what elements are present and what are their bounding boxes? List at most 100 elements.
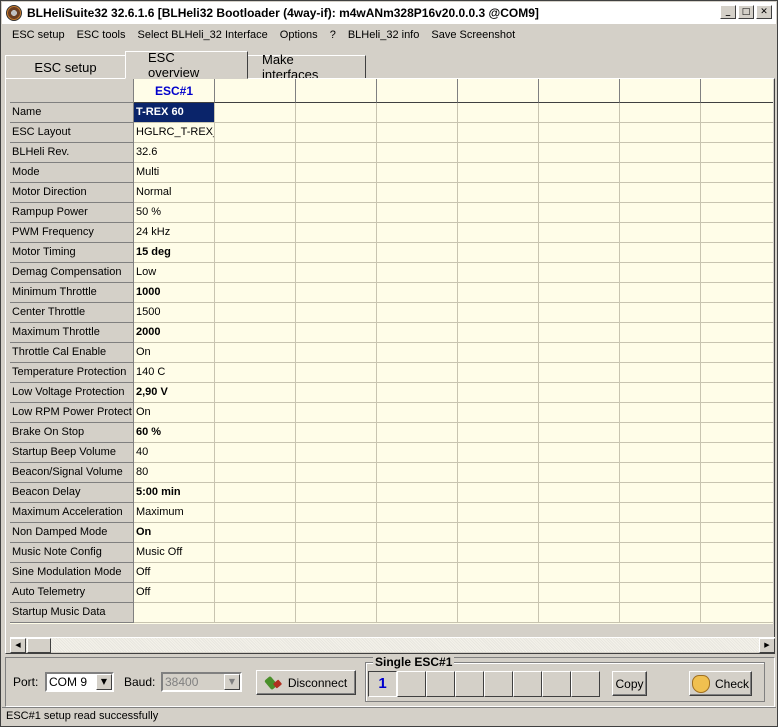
empty-cell[interactable]	[458, 583, 539, 603]
esc-select-2[interactable]	[397, 671, 426, 697]
empty-cell[interactable]	[377, 183, 458, 203]
empty-cell[interactable]	[215, 203, 296, 223]
esc1-value-startup-music-data[interactable]	[134, 603, 215, 623]
empty-cell[interactable]	[620, 563, 701, 583]
empty-cell[interactable]	[458, 363, 539, 383]
empty-cell[interactable]	[701, 103, 773, 123]
empty-cell[interactable]	[620, 103, 701, 123]
empty-cell[interactable]	[377, 383, 458, 403]
esc1-value-minimum-throttle[interactable]: 1000	[134, 283, 215, 303]
empty-cell[interactable]	[539, 463, 620, 483]
empty-cell[interactable]	[215, 443, 296, 463]
empty-cell[interactable]	[296, 123, 377, 143]
empty-cell[interactable]	[701, 143, 773, 163]
empty-cell[interactable]	[539, 343, 620, 363]
empty-cell[interactable]	[620, 503, 701, 523]
empty-cell[interactable]	[458, 123, 539, 143]
empty-cell[interactable]	[458, 463, 539, 483]
baud-select[interactable]: 38400 ▼	[161, 672, 242, 692]
column-header[interactable]	[539, 79, 620, 103]
esc1-value-maximum-acceleration[interactable]: Maximum	[134, 503, 215, 523]
empty-cell[interactable]	[377, 563, 458, 583]
empty-cell[interactable]	[296, 583, 377, 603]
empty-cell[interactable]	[377, 423, 458, 443]
empty-cell[interactable]	[539, 143, 620, 163]
empty-cell[interactable]	[377, 323, 458, 343]
empty-cell[interactable]	[377, 583, 458, 603]
empty-cell[interactable]	[215, 343, 296, 363]
empty-cell[interactable]	[539, 503, 620, 523]
empty-cell[interactable]	[377, 123, 458, 143]
esc1-value-throttle-cal-enable[interactable]: On	[134, 343, 215, 363]
empty-cell[interactable]	[296, 383, 377, 403]
empty-cell[interactable]	[620, 423, 701, 443]
empty-cell[interactable]	[539, 203, 620, 223]
empty-cell[interactable]	[620, 343, 701, 363]
empty-cell[interactable]	[701, 343, 773, 363]
esc1-value-music-note-config[interactable]: Music Off	[134, 543, 215, 563]
empty-cell[interactable]	[620, 263, 701, 283]
empty-cell[interactable]	[458, 523, 539, 543]
esc1-value-non-damped-mode[interactable]: On	[134, 523, 215, 543]
empty-cell[interactable]	[377, 543, 458, 563]
esc-select-6[interactable]	[513, 671, 542, 697]
empty-cell[interactable]	[620, 163, 701, 183]
empty-cell[interactable]	[458, 603, 539, 623]
tab-esc-setup[interactable]: ESC setup	[5, 55, 126, 79]
empty-cell[interactable]	[215, 463, 296, 483]
empty-cell[interactable]	[539, 223, 620, 243]
empty-cell[interactable]	[377, 403, 458, 423]
empty-cell[interactable]	[620, 323, 701, 343]
empty-cell[interactable]	[215, 503, 296, 523]
empty-cell[interactable]	[458, 283, 539, 303]
empty-cell[interactable]	[620, 403, 701, 423]
copy-button[interactable]: Copy	[612, 671, 647, 696]
empty-cell[interactable]	[620, 583, 701, 603]
empty-cell[interactable]	[701, 163, 773, 183]
maximize-icon[interactable]: □	[738, 5, 754, 19]
esc-select-7[interactable]	[542, 671, 571, 697]
esc1-value-brake-on-stop[interactable]: 60 %	[134, 423, 215, 443]
empty-cell[interactable]	[458, 303, 539, 323]
empty-cell[interactable]	[539, 483, 620, 503]
empty-cell[interactable]	[296, 363, 377, 383]
empty-cell[interactable]	[458, 563, 539, 583]
esc-select-4[interactable]	[455, 671, 484, 697]
empty-cell[interactable]	[296, 483, 377, 503]
empty-cell[interactable]	[701, 123, 773, 143]
column-header[interactable]	[620, 79, 701, 103]
empty-cell[interactable]	[215, 603, 296, 623]
empty-cell[interactable]	[539, 603, 620, 623]
empty-cell[interactable]	[701, 483, 773, 503]
empty-cell[interactable]	[215, 563, 296, 583]
empty-cell[interactable]	[215, 383, 296, 403]
esc1-value-name[interactable]: T-REX 60	[134, 103, 215, 123]
empty-cell[interactable]	[458, 183, 539, 203]
empty-cell[interactable]	[377, 483, 458, 503]
horizontal-scrollbar[interactable]: ◀ ▶	[10, 637, 775, 653]
scroll-right-icon[interactable]: ▶	[759, 638, 775, 653]
empty-cell[interactable]	[296, 603, 377, 623]
empty-cell[interactable]	[539, 363, 620, 383]
esc1-value-motor-timing[interactable]: 15 deg	[134, 243, 215, 263]
empty-cell[interactable]	[701, 383, 773, 403]
empty-cell[interactable]	[539, 583, 620, 603]
empty-cell[interactable]	[215, 323, 296, 343]
empty-cell[interactable]	[620, 143, 701, 163]
empty-cell[interactable]	[377, 443, 458, 463]
empty-cell[interactable]	[620, 463, 701, 483]
empty-cell[interactable]	[458, 103, 539, 123]
menu-select-interface[interactable]: Select BLHeli_32 Interface	[132, 29, 274, 41]
empty-cell[interactable]	[215, 243, 296, 263]
empty-cell[interactable]	[458, 223, 539, 243]
empty-cell[interactable]	[215, 283, 296, 303]
title-bar[interactable]: BLHeliSuite32 32.6.1.6 [BLHeli32 Bootloa…	[2, 2, 776, 24]
empty-cell[interactable]	[458, 343, 539, 363]
empty-cell[interactable]	[215, 123, 296, 143]
empty-cell[interactable]	[701, 363, 773, 383]
empty-cell[interactable]	[377, 223, 458, 243]
empty-cell[interactable]	[539, 123, 620, 143]
empty-cell[interactable]	[701, 443, 773, 463]
empty-cell[interactable]	[539, 443, 620, 463]
menu-esc-setup[interactable]: ESC setup	[6, 29, 71, 41]
